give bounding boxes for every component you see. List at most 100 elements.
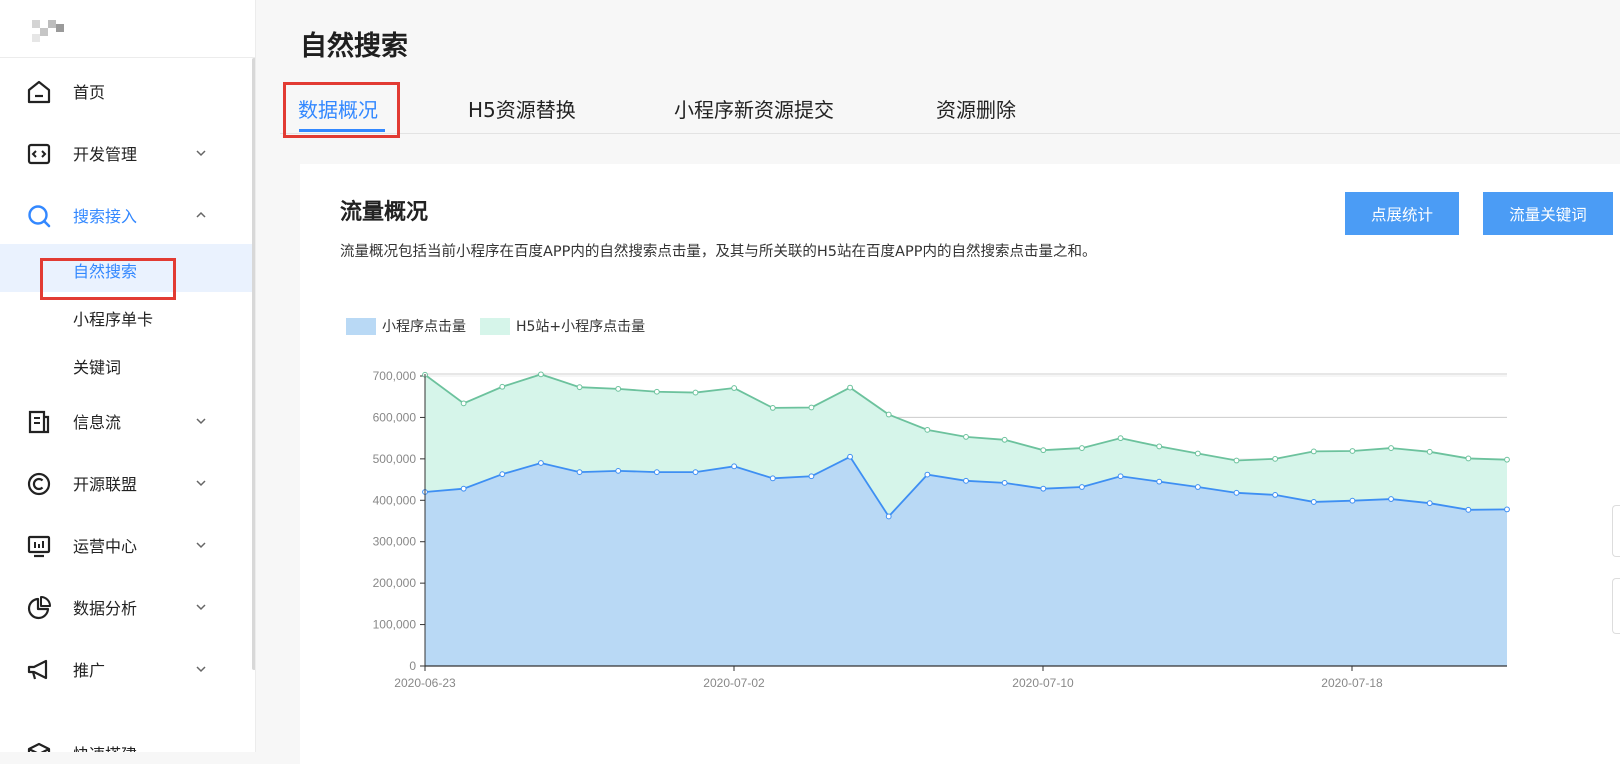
megaphone-icon — [27, 659, 48, 680]
code-icon — [27, 143, 51, 165]
x-tick-label: 2020-07-02 — [703, 676, 765, 690]
y-tick-label: 200,000 — [373, 576, 417, 590]
data-point-mini-program-clicks — [731, 463, 738, 470]
sidebar-item-data-analysis[interactable]: 数据分析 — [0, 582, 255, 632]
y-tick-label: 100,000 — [373, 618, 417, 632]
data-point-mini-program-clicks — [653, 469, 660, 476]
sidebar-subitem-keywords[interactable]: 关键词 — [0, 340, 255, 388]
sidebar-item-label: 搜索接入 — [73, 207, 138, 226]
sidebar-item-label: 开源联盟 — [73, 475, 138, 494]
sidebar-item-quick-build[interactable]: 快速搭建 — [0, 728, 255, 752]
data-point-total-clicks — [808, 404, 815, 411]
floating-side-tab[interactable] — [1612, 578, 1620, 634]
feed-icon — [28, 410, 50, 434]
chevron-up-icon — [196, 211, 206, 218]
data-point-mini-program-clicks — [1040, 485, 1047, 492]
data-point-mini-program-clicks — [615, 467, 622, 474]
data-point-mini-program-clicks — [1504, 506, 1510, 513]
data-point-mini-program-clicks — [538, 460, 544, 466]
data-point-mini-program-clicks — [847, 453, 853, 460]
sidebar-subitem-label: 小程序单卡 — [73, 310, 154, 329]
tab-h5-resource-replace[interactable]: H5资源替换 — [468, 94, 576, 123]
x-tick-label: 2020-07-18 — [1321, 676, 1383, 690]
sidebar-item-open-source-alliance[interactable]: 开源联盟 — [0, 458, 255, 508]
copyright-icon — [27, 472, 51, 496]
sidebar-subitem-label: 关键词 — [73, 358, 122, 377]
annotation-highlight-box — [283, 82, 400, 138]
data-point-total-clicks — [653, 388, 660, 395]
chevron-down-icon — [196, 666, 206, 673]
data-point-total-clicks — [885, 411, 892, 418]
chevron-down-icon — [196, 480, 206, 487]
traffic-keywords-button[interactable]: 流量关键词 — [1483, 192, 1613, 235]
data-point-mini-program-clicks — [808, 473, 815, 480]
traffic-overview-card: 流量概况 流量概况包括当前小程序在百度APP内的自然搜索点击量，及其与所关联的H… — [300, 164, 1620, 764]
data-point-mini-program-clicks — [1272, 492, 1279, 498]
data-point-total-clicks — [1233, 457, 1240, 464]
data-point-mini-program-clicks — [1349, 497, 1356, 504]
data-point-total-clicks — [692, 389, 699, 396]
tab-bar: 数据概况 H5资源替换 小程序新资源提交 资源删除 — [280, 82, 1620, 134]
sidebar-item-operations-center[interactable]: 运营中心 — [0, 520, 255, 570]
data-point-total-clicks — [1194, 450, 1201, 457]
logo — [0, 0, 255, 58]
data-point-mini-program-clicks — [1079, 484, 1085, 490]
home-icon — [27, 80, 51, 104]
sidebar-item-dev-management[interactable]: 开发管理 — [0, 128, 255, 178]
legend-swatch — [346, 317, 376, 335]
data-point-total-clicks — [1310, 448, 1317, 455]
data-point-total-clicks — [769, 405, 776, 411]
data-point-total-clicks — [1465, 455, 1472, 462]
legend-label: 小程序点击量 — [382, 319, 466, 335]
sidebar-scrollbar[interactable] — [252, 58, 255, 670]
legend-item-mini-program-clicks[interactable]: 小程序点击量 — [346, 316, 466, 336]
tab-mini-program-resource-submit[interactable]: 小程序新资源提交 — [674, 94, 834, 123]
data-point-mini-program-clicks — [1117, 473, 1124, 480]
data-point-total-clicks — [847, 384, 853, 391]
data-point-mini-program-clicks — [1001, 479, 1008, 486]
data-point-total-clicks — [731, 385, 738, 391]
legend-swatch — [480, 317, 510, 335]
chevron-down-icon — [196, 604, 206, 611]
data-point-mini-program-clicks — [924, 471, 931, 478]
data-point-mini-program-clicks — [692, 469, 699, 476]
pie-chart-icon — [27, 596, 51, 620]
data-point-total-clicks — [1079, 445, 1085, 451]
data-point-total-clicks — [1001, 436, 1008, 443]
data-point-total-clicks — [538, 371, 544, 378]
data-point-total-clicks — [576, 384, 583, 391]
impression-stats-button[interactable]: 点展统计 — [1345, 192, 1459, 235]
tab-resource-delete[interactable]: 资源删除 — [936, 94, 1016, 123]
logo-icon — [32, 20, 72, 42]
data-point-mini-program-clicks — [499, 471, 506, 478]
sidebar-item-label: 快速搭建 — [73, 741, 137, 752]
cube-icon — [27, 742, 51, 752]
data-point-total-clicks — [1388, 445, 1394, 451]
card-description: 流量概况包括当前小程序在百度APP内的自然搜索点击量，及其与所关联的H5站在百度… — [340, 244, 1097, 260]
data-point-total-clicks — [963, 434, 969, 440]
chevron-down-icon — [196, 542, 206, 549]
data-point-mini-program-clicks — [1194, 484, 1201, 490]
data-point-total-clicks — [1426, 448, 1433, 455]
sidebar-item-promotion[interactable]: 推广 — [0, 644, 255, 694]
sidebar-item-feed[interactable]: 信息流 — [0, 396, 255, 446]
data-point-total-clicks — [924, 426, 931, 433]
data-point-mini-program-clicks — [1426, 500, 1433, 507]
page-title: 自然搜索 — [300, 31, 408, 62]
sidebar-item-search-access[interactable]: 搜索接入 — [0, 190, 255, 240]
legend-item-total-clicks[interactable]: H5站+小程序点击量 — [480, 316, 645, 336]
data-point-mini-program-clicks — [460, 485, 467, 492]
annotation-highlight-box — [40, 258, 176, 300]
y-tick-label: 300,000 — [373, 535, 417, 549]
y-tick-label: 500,000 — [373, 452, 417, 466]
sidebar-item-home[interactable]: 首页 — [0, 66, 255, 116]
y-tick-label: 0 — [409, 659, 416, 673]
data-point-mini-program-clicks — [1156, 478, 1163, 485]
floating-side-tab[interactable] — [1612, 505, 1620, 557]
data-point-mini-program-clicks — [1310, 499, 1317, 505]
data-point-mini-program-clicks — [1233, 489, 1240, 496]
traffic-area-chart: 0 100,000 200,000 300,000 400,000 500,000 600,… — [373, 369, 1510, 690]
sidebar: 首页 开发管理 搜索接入 自然搜索 小程序单卡 关键词 信息流 开源联盟 运营中… — [0, 0, 256, 752]
legend-label: H5站+小程序点击量 — [516, 319, 646, 335]
card-title: 流量概况 — [340, 200, 429, 225]
